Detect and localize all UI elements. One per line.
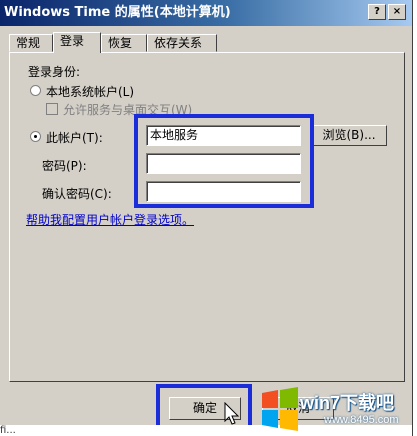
tab-panel-logon: 登录身份: 本地系统帐户(L) 允许服务与桌面交互(W) 此帐户(T): 本地服… xyxy=(9,52,405,382)
tab-general[interactable]: 常规 xyxy=(9,34,53,52)
logon-as-label: 登录身份: xyxy=(28,65,81,79)
confirm-password-label: 确认密码(C): xyxy=(42,187,112,201)
mouse-cursor-icon xyxy=(224,402,240,425)
properties-dialog: Windows Time 的属性(本地计算机) ? × 常规 登录 恢复 依存关… xyxy=(0,0,413,436)
desktop-interact-checkbox[interactable] xyxy=(46,103,58,115)
watermark-url: www.8495.com xyxy=(324,414,399,426)
site-watermark: win7下载吧 www.8495.com xyxy=(256,383,416,436)
tab-dependencies[interactable]: 依存关系 xyxy=(147,34,217,52)
background-strip-text: fi... xyxy=(0,425,16,436)
help-button[interactable]: ? xyxy=(368,4,386,20)
watermark-text: win7下载吧 xyxy=(300,393,395,413)
logon-help-link[interactable]: 帮助我配置用户帐户登录选项。 xyxy=(26,211,194,228)
this-account-radio[interactable] xyxy=(30,131,41,142)
password-label: 密码(P): xyxy=(42,159,87,173)
windows-logo-icon xyxy=(262,387,298,431)
this-account-label[interactable]: 此帐户(T): xyxy=(46,129,103,146)
tab-logon[interactable]: 登录 xyxy=(53,32,101,53)
close-button[interactable]: × xyxy=(388,4,406,20)
local-system-radio[interactable] xyxy=(30,85,41,96)
local-system-label[interactable]: 本地系统帐户(L) xyxy=(46,83,134,100)
title-bar[interactable]: Windows Time 的属性(本地计算机) ? × xyxy=(0,0,412,26)
fields-highlight-box xyxy=(134,114,314,208)
tab-recovery[interactable]: 恢复 xyxy=(101,34,147,52)
window-title: Windows Time 的属性(本地计算机) xyxy=(4,5,231,20)
browse-button[interactable]: 浏览(B)... xyxy=(311,125,387,146)
